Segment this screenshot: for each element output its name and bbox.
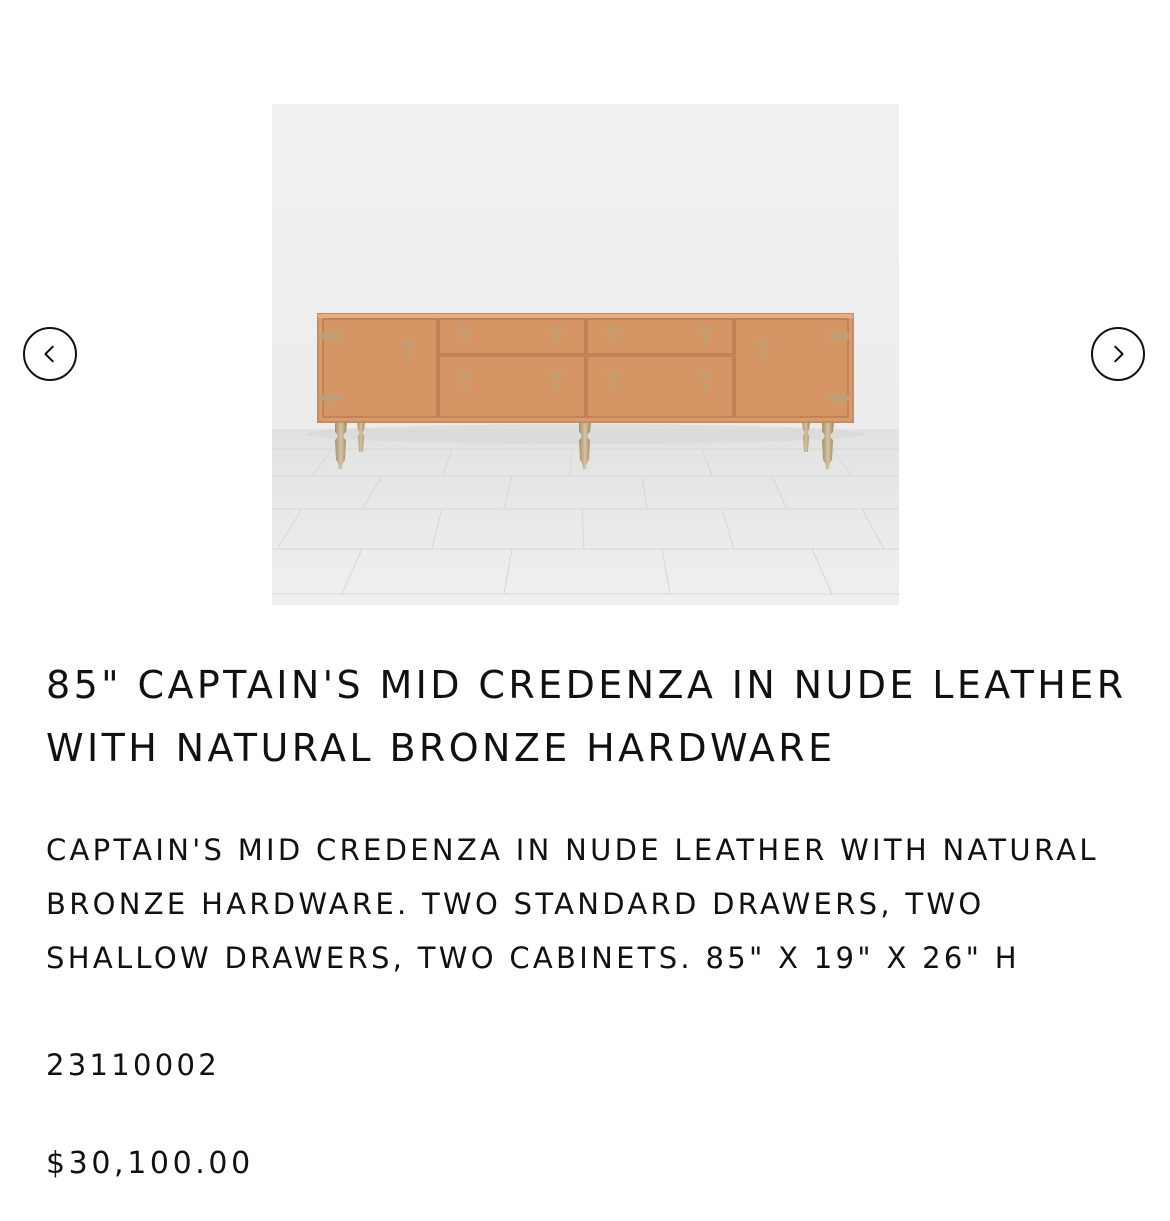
chevron-left-icon [44, 345, 54, 363]
product-description: CAPTAIN'S MID CREDENZA IN NUDE LEATHER W… [46, 833, 1099, 975]
next-image-button[interactable] [1091, 327, 1145, 381]
product-price: $30,100.00 [46, 1146, 254, 1181]
product-sku: 23110002 [46, 1048, 221, 1082]
chevron-right-icon [1114, 345, 1124, 363]
product-image [272, 104, 899, 605]
product-image-carousel [0, 0, 1170, 640]
product-title: 85" CAPTAIN'S MID CREDENZA IN NUDE LEATH… [46, 663, 1127, 770]
previous-image-button[interactable] [23, 327, 77, 381]
